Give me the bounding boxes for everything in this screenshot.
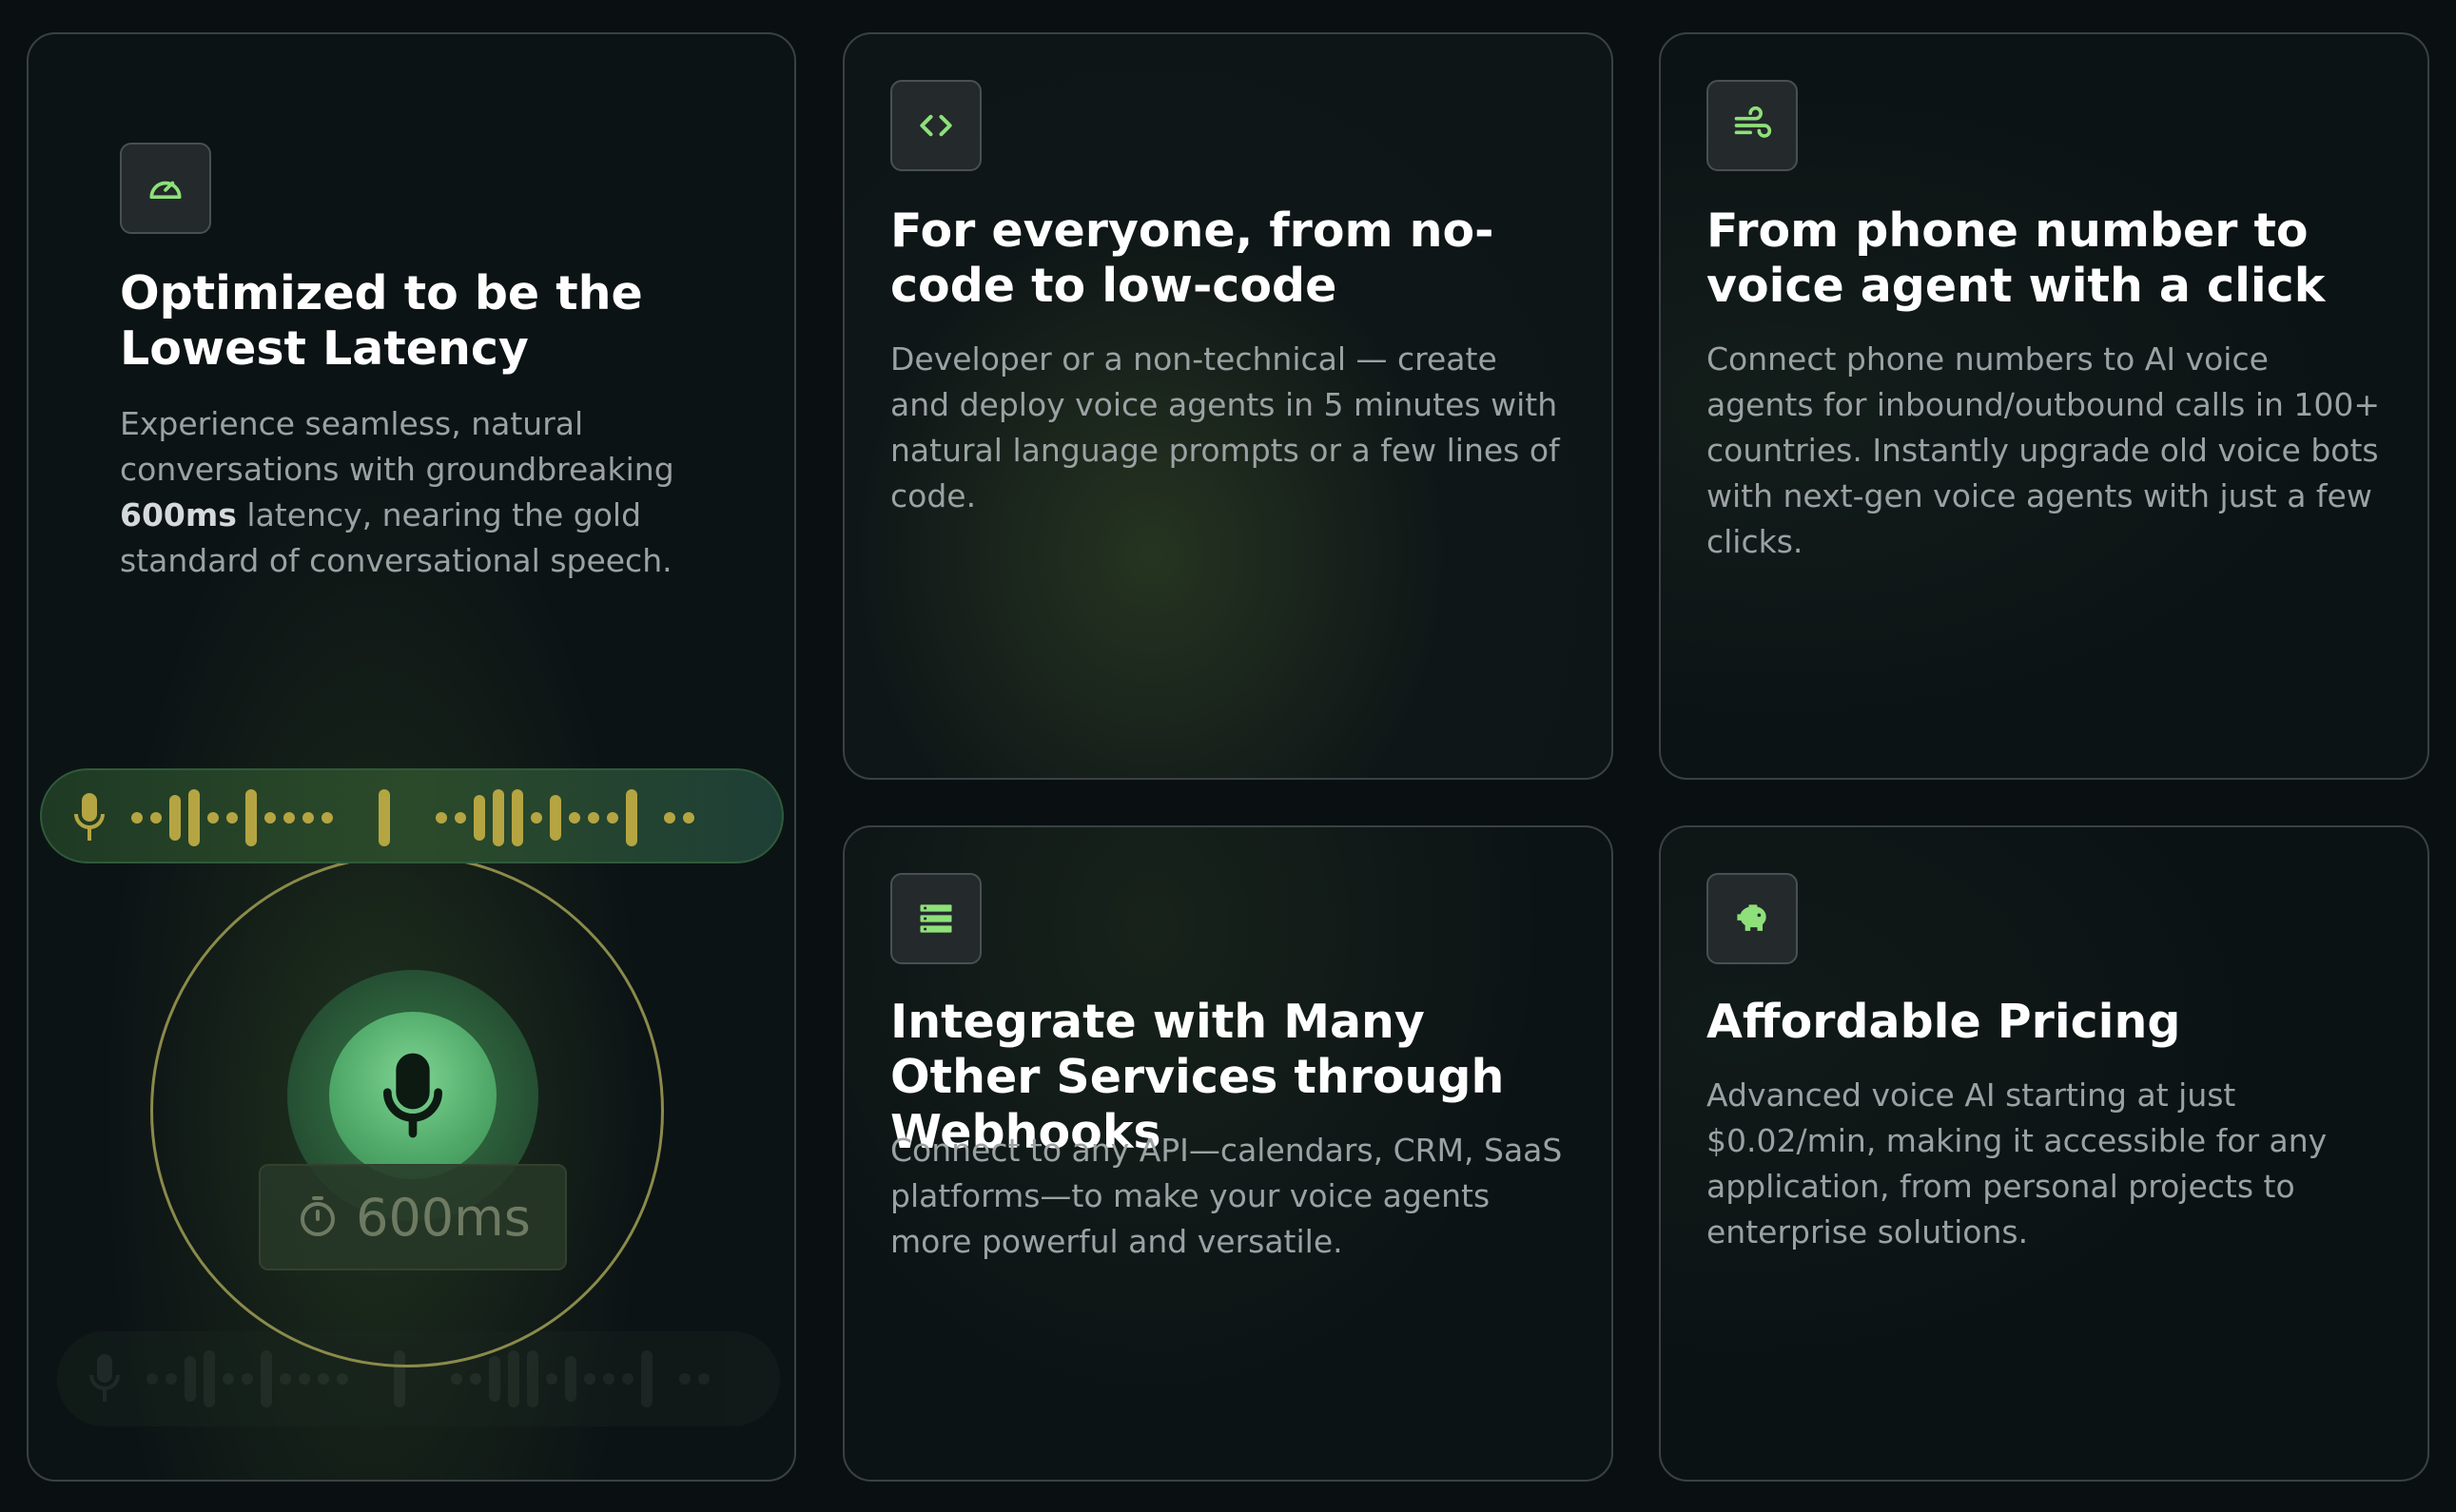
wave-segment [322,812,333,824]
wave-segment [512,789,523,846]
wave-segment [318,1373,329,1385]
latency-badge: 600ms [259,1164,567,1270]
wave-segment [588,812,599,824]
wave-segment [508,1350,519,1407]
wave-segment [226,812,238,824]
wave-segment [280,1373,291,1385]
wave-segment [283,812,295,824]
wave-segment [245,789,257,846]
card-title: Optimized to be the Lowest Latency [120,266,643,376]
card-description: Developer or a non-technical — create an… [890,340,1560,514]
wave-segment [131,812,143,824]
wave-segment [436,812,447,824]
latency-value: 600ms [356,1187,531,1248]
wave-segment [150,812,162,824]
wave-segment [474,795,485,841]
wave-segment [565,1356,576,1402]
wave-segment [683,812,694,824]
wave-segment [299,1373,310,1385]
wave-segment [664,812,675,824]
wave-segment [626,789,637,846]
wave-segment [337,1373,348,1385]
wave-segment [169,795,181,841]
wave-segment [698,1373,710,1385]
wave-segment [455,812,466,824]
wave-segment [188,789,200,846]
wave-segment [166,1373,177,1385]
wave-segment [584,1373,595,1385]
wave-segment [550,795,561,841]
wave-segment [379,789,390,846]
card-title: For everyone, from no-code to low-code [890,204,1494,313]
card-description: Experience seamless, natural conversatio… [120,405,674,579]
wave-segment [569,812,580,824]
server-stack-icon [890,873,982,964]
stopwatch-icon [301,1196,336,1236]
wave-segment [531,812,542,824]
wave-segment [146,1373,158,1385]
wave-segment [242,1373,253,1385]
card-description: Advanced voice AI starting at just $0.02… [1706,1076,2328,1250]
wave-segment [493,789,504,846]
wave-segment [223,1373,234,1385]
wave-segment [489,1356,500,1402]
speedometer-icon [120,143,211,234]
wave-segment [207,812,219,824]
feature-card-nocode: For everyone, from no-code to low-code D… [843,32,1613,780]
code-brackets-icon [890,80,982,171]
wave-segment [607,812,618,824]
wave-segment [204,1350,215,1407]
wave-segment [603,1373,614,1385]
waveform-bar [40,768,784,863]
wave-segment [302,812,314,824]
latency-highlight: 600ms [120,496,237,533]
feature-card-webhooks: Integrate with Many Other Services throu… [843,825,1613,1482]
feature-card-latency: Optimized to be the Lowest Latency Exper… [27,32,796,1482]
wave-segment [470,1373,481,1385]
card-description: Connect to any API—calendars, CRM, SaaS … [890,1132,1563,1260]
wave-segment [679,1373,691,1385]
wind-icon [1706,80,1798,171]
card-title: Affordable Pricing [1706,995,2181,1049]
card-description: Connect phone numbers to AI voice agents… [1706,340,2381,560]
microphone-icon [329,1012,497,1179]
wave-segment [622,1373,633,1385]
feature-card-pricing: Affordable Pricing Advanced voice AI sta… [1659,825,2429,1482]
card-title: From phone number to voice agent with a … [1706,204,2326,313]
feature-card-phone: From phone number to voice agent with a … [1659,32,2429,780]
wave-segment [546,1373,557,1385]
wave-segment [264,812,276,824]
wave-segment [185,1356,196,1402]
piggy-bank-icon [1706,873,1798,964]
wave-segment [641,1350,653,1407]
wave-segment [451,1373,462,1385]
wave-segment [527,1350,538,1407]
wave-segment [261,1350,272,1407]
wave-mic-icon [89,1354,120,1402]
wave-mic-icon [74,793,105,841]
